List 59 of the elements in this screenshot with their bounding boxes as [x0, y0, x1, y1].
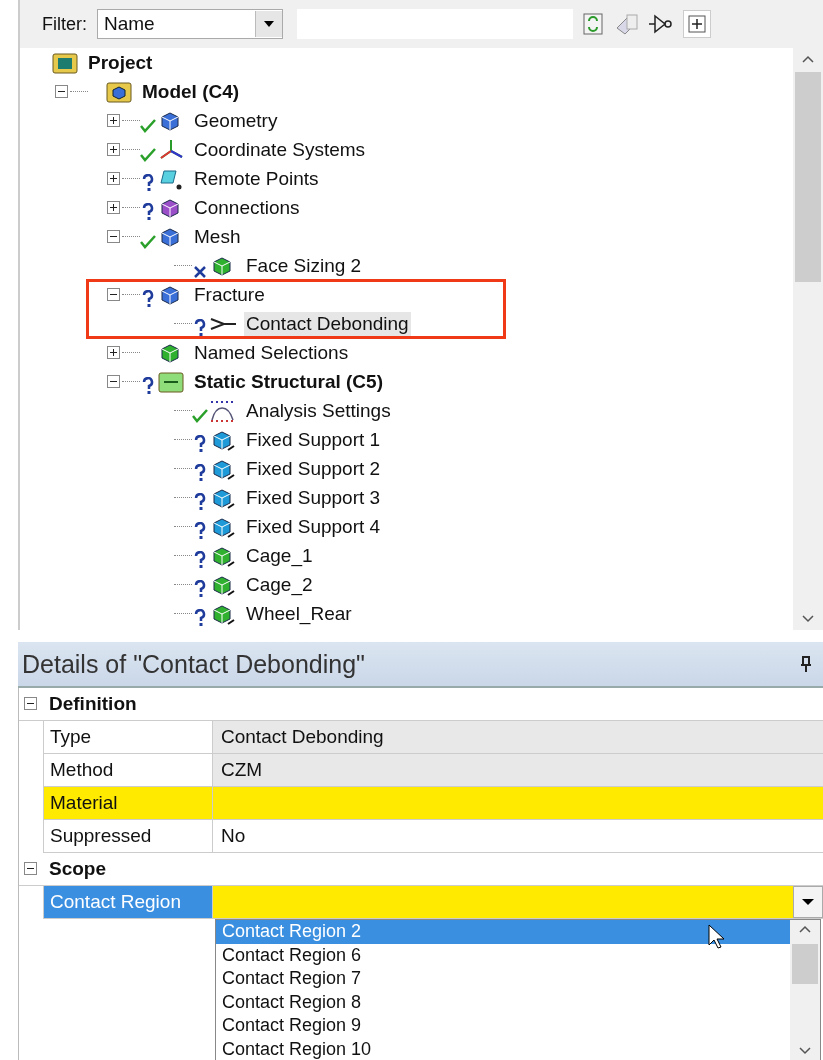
property-value: Contact Debonding — [213, 721, 823, 753]
scrollbar[interactable] — [790, 920, 820, 1060]
dropdown-option[interactable]: Contact Region 10 — [216, 1037, 790, 1060]
dropdown-option[interactable]: Contact Region 7 — [216, 967, 790, 991]
dropdown-option[interactable]: Contact Region 8 — [216, 990, 790, 1014]
tree-item[interactable]: Fracture — [192, 282, 267, 307]
tree-item[interactable]: Contact Debonding — [244, 311, 411, 336]
filter-label: Filter: — [42, 13, 87, 35]
scroll-down-icon[interactable] — [798, 1046, 812, 1056]
tree-item[interactable]: Geometry — [192, 108, 280, 133]
scrollbar[interactable] — [793, 48, 823, 630]
caret-icon[interactable] — [263, 20, 275, 28]
filter-dropdown[interactable]: Name — [97, 9, 283, 39]
scroll-up-icon[interactable] — [798, 924, 812, 934]
pin-icon[interactable] — [799, 655, 813, 673]
dropdown-option[interactable]: Contact Region 6 — [216, 943, 790, 967]
collapse-icon[interactable] — [23, 696, 39, 712]
mouse-cursor-icon — [708, 924, 726, 950]
collapse-icon[interactable] — [106, 228, 122, 245]
tree-item[interactable]: Fixed Support 1 — [244, 427, 383, 452]
property-value: CZM — [213, 754, 823, 786]
folder-icon — [156, 369, 186, 394]
property-label[interactable]: Material — [43, 787, 213, 819]
expand-icon[interactable] — [106, 199, 122, 216]
tree-item[interactable]: Model (C4) — [140, 79, 242, 104]
scroll-down-icon[interactable] — [801, 614, 815, 624]
refresh-icon[interactable] — [581, 12, 605, 36]
tree-item[interactable]: Static Structural (C5) — [192, 369, 385, 394]
group-heading: Definition — [48, 693, 137, 715]
expand-all-icon[interactable] — [683, 10, 711, 38]
tree-item[interactable]: Fixed Support 3 — [244, 485, 383, 510]
tree-item[interactable]: Remote Points — [192, 166, 321, 191]
details-title: Details of "Contact Debonding" — [22, 649, 365, 679]
collapse-icon[interactable] — [54, 83, 70, 100]
tree-item[interactable]: Project — [86, 50, 155, 75]
scroll-up-icon[interactable] — [801, 54, 815, 64]
tree-item[interactable]: Analysis Settings — [244, 398, 393, 423]
dropdown-option[interactable]: Contact Region 9 — [216, 1014, 790, 1038]
collapse-icon[interactable] — [106, 286, 122, 303]
tree-item[interactable]: Coordinate Systems — [192, 137, 368, 162]
tree-item[interactable]: Connections — [192, 195, 302, 220]
tree-item[interactable]: Mesh — [192, 224, 243, 249]
tree-item[interactable]: Fixed Support 2 — [244, 456, 383, 481]
folder-icon — [50, 50, 80, 75]
expand-icon[interactable] — [106, 112, 122, 129]
dropdown-caret-icon[interactable] — [801, 898, 815, 906]
collapse-icon[interactable] — [106, 373, 122, 390]
tree-item[interactable]: Named Selections — [192, 340, 351, 365]
tree-item[interactable]: Fixed Support 4 — [244, 514, 383, 539]
expand-icon[interactable] — [106, 344, 122, 361]
tree-item[interactable]: Cage_1 — [244, 543, 315, 568]
expand-icon[interactable] — [106, 141, 122, 158]
group-heading: Scope — [48, 858, 107, 880]
tree-item[interactable]: Face Sizing 2 — [244, 253, 364, 278]
tree-item[interactable]: Cage_2 — [244, 572, 315, 597]
tree-item[interactable]: Wheel_Rear — [244, 601, 354, 626]
expand-icon[interactable] — [106, 170, 122, 187]
collapse-icon[interactable] — [23, 861, 39, 877]
folder-cube-icon — [104, 79, 134, 104]
